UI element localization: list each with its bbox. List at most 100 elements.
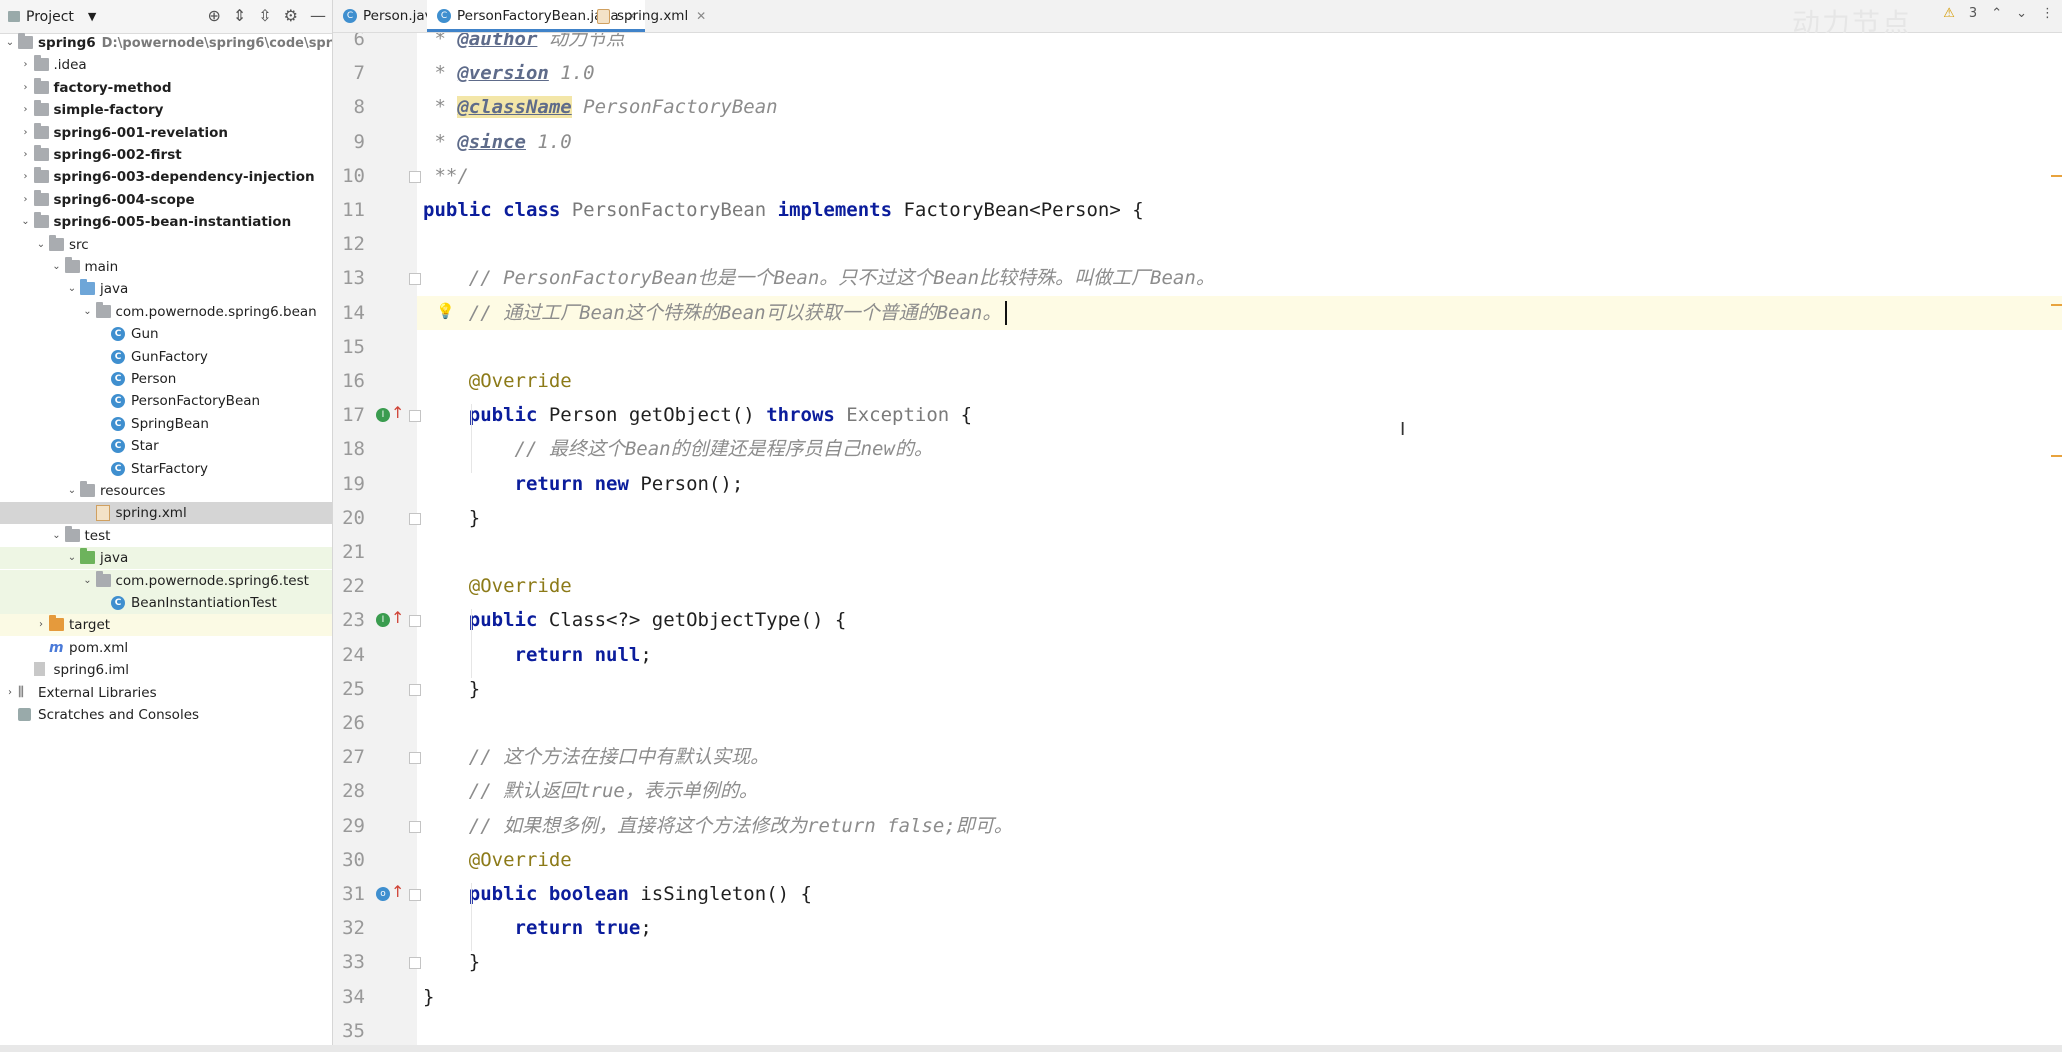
line-number[interactable]: 22 xyxy=(333,569,365,603)
code-line[interactable]: * @since 1.0 xyxy=(423,125,571,159)
code-line[interactable]: // 默认返回true，表示单例的。 xyxy=(423,774,758,808)
fold-marker-icon[interactable] xyxy=(409,512,421,525)
minimize-icon[interactable]: — xyxy=(310,6,326,25)
tree-item[interactable]: C BeanInstantiationTest xyxy=(0,592,332,614)
chevron-right-icon[interactable]: › xyxy=(20,99,32,121)
line-number[interactable]: 19 xyxy=(333,467,365,501)
tree-item[interactable]: › simple-factory xyxy=(0,99,332,121)
tree-item[interactable]: C Person xyxy=(0,368,332,390)
tree-item[interactable]: C Gun xyxy=(0,323,332,345)
locate-icon[interactable]: ⊕ xyxy=(207,6,220,25)
code-line[interactable]: public Person getObject() throws Excepti… xyxy=(423,398,972,432)
line-number[interactable]: 29 xyxy=(333,809,365,843)
chevron-up-icon[interactable]: ⌃ xyxy=(1991,6,2002,21)
tree-item[interactable]: › factory-method xyxy=(0,77,332,99)
tree-item[interactable]: › spring6-003-dependency-injection xyxy=(0,166,332,188)
chevron-right-icon[interactable]: › xyxy=(20,122,32,144)
code-editor[interactable]: 6 7 8 9 10 11 12 13 14 15 16 17 I ↑ 18 19 20 21 22 23 I ↑ 24 25… xyxy=(333,33,2062,1045)
fold-marker-icon[interactable] xyxy=(409,683,421,696)
line-number[interactable]: 15 xyxy=(333,330,365,364)
code-line[interactable]: public class PersonFactoryBean implement… xyxy=(423,193,1144,227)
implements-method-icon[interactable]: o xyxy=(376,887,390,901)
fold-marker-icon[interactable] xyxy=(409,889,421,901)
code-line[interactable]: @Override xyxy=(423,569,572,603)
chevron-right-icon[interactable]: › xyxy=(35,614,47,636)
fold-marker-icon[interactable] xyxy=(409,957,421,970)
tree-item[interactable]: spring.xml xyxy=(0,502,332,525)
chevron-right-icon[interactable]: › xyxy=(20,144,32,166)
horizontal-scrollbar[interactable] xyxy=(0,1045,2062,1052)
line-number[interactable]: 17 xyxy=(333,398,365,432)
chevron-down-icon[interactable]: ⌄ xyxy=(82,301,94,323)
line-number[interactable]: 35 xyxy=(333,1014,365,1045)
tree-item[interactable]: Scratches and Consoles xyxy=(0,704,332,726)
gear-icon[interactable]: ⚙ xyxy=(284,6,298,25)
line-number[interactable]: 14 xyxy=(333,296,365,330)
chevron-down-icon[interactable]: ⌄ xyxy=(51,256,63,278)
chevron-right-icon[interactable]: › xyxy=(20,54,32,76)
line-number[interactable]: 26 xyxy=(333,706,365,740)
code-line[interactable]: public boolean isSingleton() { xyxy=(423,877,812,911)
tree-item[interactable]: › ⫼ External Libraries xyxy=(0,682,332,704)
chevron-right-icon[interactable]: › xyxy=(20,189,32,211)
line-number[interactable]: 23 xyxy=(333,603,365,637)
chevron-down-icon[interactable]: ⌄ xyxy=(66,547,78,569)
fold-marker-icon[interactable] xyxy=(409,410,421,423)
line-number[interactable]: 16 xyxy=(333,364,365,398)
line-number[interactable]: 11 xyxy=(333,193,365,227)
tree-item[interactable]: ⌄ java xyxy=(0,278,332,300)
inspection-widget[interactable]: ⚠ 3 ⌃ ⌄ ⋮ xyxy=(1943,6,2054,21)
go-to-super-icon[interactable]: ↑ xyxy=(391,882,404,901)
line-number[interactable]: 30 xyxy=(333,843,365,877)
tree-item[interactable]: C Star xyxy=(0,435,332,457)
tree-item[interactable]: ⌄ spring6 D:\powernode\spring6\code\spring… xyxy=(0,32,332,54)
fold-marker-icon[interactable] xyxy=(409,820,421,833)
chevron-down-icon[interactable]: ⌄ xyxy=(82,570,94,592)
fold-marker-icon[interactable] xyxy=(409,170,421,183)
tree-item[interactable]: spring6.iml xyxy=(0,659,332,681)
tree-item[interactable]: ⌄ src xyxy=(0,234,332,256)
tree-item[interactable]: ⌄ test xyxy=(0,525,332,547)
scroll-marker[interactable] xyxy=(2051,304,2062,306)
chevron-down-icon[interactable]: ⌄ xyxy=(51,525,63,547)
line-number[interactable]: 13 xyxy=(333,261,365,295)
code-line[interactable]: } xyxy=(423,980,434,1014)
line-number[interactable]: 24 xyxy=(333,638,365,672)
go-to-super-icon[interactable]: ↑ xyxy=(391,403,404,422)
line-number[interactable]: 7 xyxy=(333,56,365,90)
tree-item[interactable]: › spring6-002-first xyxy=(0,144,332,166)
line-number[interactable]: 27 xyxy=(333,740,365,774)
line-number[interactable]: 28 xyxy=(333,774,365,808)
tree-item[interactable]: › target xyxy=(0,614,332,637)
line-number[interactable]: 25 xyxy=(333,672,365,706)
tree-item[interactable]: C PersonFactoryBean xyxy=(0,390,332,412)
line-number[interactable]: 21 xyxy=(333,535,365,569)
code-line[interactable]: } xyxy=(423,501,480,535)
chevron-down-icon[interactable]: ⌄ xyxy=(35,234,47,256)
code-line[interactable]: // 通过工厂Bean这个特殊的Bean可以获取一个普通的Bean。 xyxy=(423,296,1008,330)
tree-item[interactable]: ⌄ main xyxy=(0,256,332,278)
code-line[interactable]: * @className PersonFactoryBean xyxy=(423,90,778,124)
line-number[interactable]: 33 xyxy=(333,945,365,979)
go-to-super-icon[interactable]: ↑ xyxy=(391,608,404,627)
code-line[interactable]: @Override xyxy=(423,843,572,877)
chevron-down-icon[interactable]: ⌄ xyxy=(66,278,78,300)
line-number[interactable]: 6 xyxy=(333,33,365,56)
code-line[interactable]: **/ xyxy=(423,159,468,193)
implements-method-icon[interactable]: I xyxy=(376,613,390,628)
tree-item[interactable]: ⌄ spring6-005-bean-instantiation xyxy=(0,211,332,233)
scroll-marker[interactable] xyxy=(2051,455,2062,457)
fold-marker-icon[interactable] xyxy=(409,752,421,765)
chevron-down-icon[interactable]: ▼ xyxy=(88,10,96,23)
code-line[interactable]: @Override xyxy=(423,364,572,398)
code-line[interactable]: // 最终这个Bean的创建还是程序员自己new的。 xyxy=(423,432,933,466)
scroll-marker[interactable] xyxy=(2051,175,2062,177)
tree-item[interactable]: C GunFactory xyxy=(0,346,332,368)
chevron-down-icon[interactable]: ⌄ xyxy=(2016,6,2027,21)
chevron-down-icon[interactable]: ⌄ xyxy=(66,480,78,502)
code-line[interactable]: public Class<?> getObjectType() { xyxy=(423,603,847,637)
fold-marker-icon[interactable] xyxy=(409,615,421,628)
expand-all-icon[interactable]: ⇕ xyxy=(233,6,246,25)
tree-item[interactable]: ⌄ com.powernode.spring6.bean xyxy=(0,301,332,323)
line-number[interactable]: 8 xyxy=(333,90,365,124)
